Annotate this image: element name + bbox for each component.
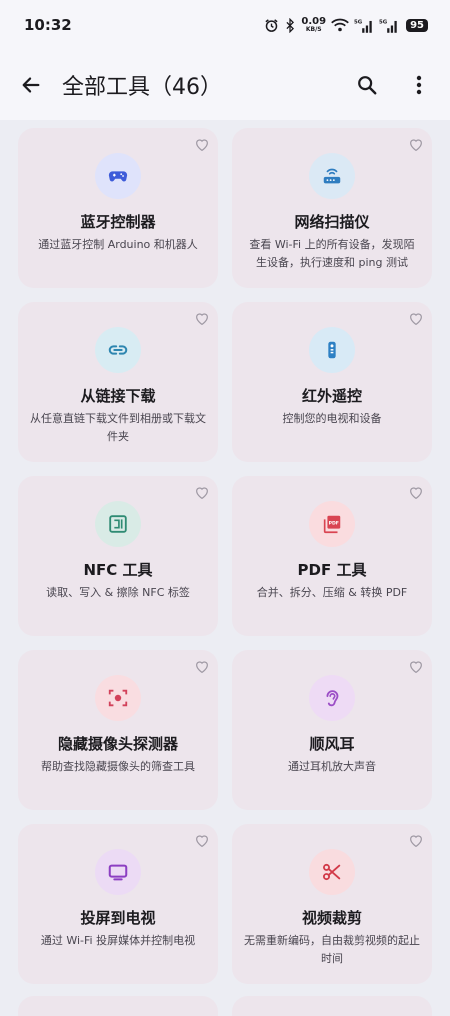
tool-description: 通过 Wi-Fi 投屏媒体并控制电视 [40, 934, 196, 947]
tool-icon-bg [95, 675, 141, 721]
signal-5g-icon: 5G [354, 19, 372, 33]
tool-card-video-trimmer[interactable]: 视频裁剪 无需重新编码，自由裁剪视频的起止时间 [232, 824, 432, 984]
tool-description: 合并、拆分、压缩 & 转换 PDF [256, 586, 408, 599]
heart-icon[interactable] [194, 659, 210, 675]
search-icon [358, 76, 377, 95]
tool-card-hearing-amplifier[interactable]: 顺风耳 通过耳机放大声音 [232, 650, 432, 810]
tool-card-bluetooth-controller[interactable]: 蓝牙控制器 通过蓝牙控制 Arduino 和机器人 [18, 128, 218, 288]
tool-description: 通过蓝牙控制 Arduino 和机器人 [38, 238, 198, 251]
svg-text:5G: 5G [379, 19, 388, 25]
tool-card-partial[interactable] [18, 996, 218, 1016]
heart-icon[interactable] [408, 485, 424, 501]
network-speed: 0.09 KB/S [301, 17, 326, 33]
tool-icon-bg [309, 327, 355, 373]
bluetooth-icon [286, 17, 295, 33]
pdf-icon: PDF [323, 515, 341, 534]
tool-icon-bg: PDF [309, 501, 355, 547]
nfc-icon [109, 515, 127, 533]
battery-level: 95 [406, 18, 428, 32]
remote-icon [328, 341, 336, 359]
signal-5g-icon-2: 5G [379, 19, 397, 33]
tool-description: 从任意直链下载文件到相册或下载文件夹 [30, 412, 206, 443]
heart-icon[interactable] [194, 833, 210, 849]
tool-icon-bg [309, 675, 355, 721]
tool-title: 蓝牙控制器 [80, 213, 156, 231]
tool-card-download-from-link[interactable]: 从链接下载 从任意直链下载文件到相册或下载文件夹 [18, 302, 218, 462]
tool-card-partial[interactable] [232, 996, 432, 1016]
wifi-icon [331, 18, 349, 32]
tool-title: 从链接下载 [80, 387, 156, 405]
status-time: 10:32 [24, 16, 72, 34]
svg-text:5G: 5G [354, 19, 363, 25]
tool-title: 顺风耳 [309, 735, 355, 753]
heart-icon[interactable] [408, 137, 424, 153]
link-icon [108, 345, 128, 355]
more-options-button[interactable] [404, 70, 434, 100]
status-icons: 0.09 KB/S 5G 5G 95 [264, 17, 428, 33]
heart-icon[interactable] [194, 485, 210, 501]
gamepad-icon [108, 171, 128, 182]
tool-icon-bg [95, 153, 141, 199]
heart-icon[interactable] [408, 659, 424, 675]
heart-icon[interactable] [408, 311, 424, 327]
tool-description: 读取、写入 & 擦除 NFC 标签 [46, 586, 190, 599]
tool-description: 通过耳机放大声音 [288, 760, 376, 773]
tool-icon-bg [95, 501, 141, 547]
network-speed-unit: KB/S [305, 26, 322, 33]
tool-title: 隐藏摄像头探测器 [57, 735, 178, 753]
tool-icon-bg [309, 153, 355, 199]
search-button[interactable] [352, 70, 382, 100]
heart-icon[interactable] [194, 311, 210, 327]
camera-scan-icon [108, 689, 128, 707]
svg-text:PDF: PDF [329, 520, 339, 526]
heart-icon[interactable] [408, 833, 424, 849]
tool-title: PDF 工具 [297, 561, 367, 579]
tool-title: 网络扫描仪 [294, 213, 370, 231]
tool-icon-bg [95, 327, 141, 373]
tool-title: 投屏到电视 [80, 909, 156, 927]
arrow-left-icon [22, 77, 40, 93]
tools-grid: 蓝牙控制器 通过蓝牙控制 Arduino 和机器人 网络扫描仪 查看 Wi-Fi… [18, 128, 433, 984]
tool-card-pdf-tools[interactable]: PDF PDF 工具 合并、拆分、压缩 & 转换 PDF [232, 476, 432, 636]
tool-description: 查看 Wi-Fi 上的所有设备，发现陌生设备，执行速度和 ping 测试 [249, 238, 415, 269]
tool-icon-bg [95, 849, 141, 895]
tool-title: 红外遥控 [301, 387, 362, 405]
tool-card-nfc-tools[interactable]: NFC 工具 读取、写入 & 擦除 NFC 标签 [18, 476, 218, 636]
page-title: 全部工具（46） [62, 75, 222, 100]
status-bar: 10:32 0.09 KB/S 5G 5G 95 [0, 0, 450, 50]
more-vert-icon [416, 75, 422, 95]
tool-title: NFC 工具 [83, 561, 153, 579]
tool-description: 控制您的电视和设备 [282, 412, 382, 425]
tool-card-network-scanner[interactable]: 网络扫描仪 查看 Wi-Fi 上的所有设备，发现陌生设备，执行速度和 ping … [232, 128, 432, 288]
back-button[interactable] [16, 70, 46, 100]
tool-icon-bg [309, 849, 355, 895]
tv-icon [108, 864, 128, 881]
router-icon [323, 168, 341, 184]
scissors-icon [323, 863, 341, 881]
tool-card-ir-remote[interactable]: 红外遥控 控制您的电视和设备 [232, 302, 432, 462]
tool-card-cast-to-tv[interactable]: 投屏到电视 通过 Wi-Fi 投屏媒体并控制电视 [18, 824, 218, 984]
ear-icon [326, 690, 339, 707]
alarm-icon [265, 18, 278, 32]
heart-icon[interactable] [194, 137, 210, 153]
tool-description: 无需重新编码，自由裁剪视频的起止时间 [244, 934, 420, 965]
tool-card-hidden-camera-detector[interactable]: 隐藏摄像头探测器 帮助查找隐藏摄像头的筛查工具 [18, 650, 218, 810]
tool-title: 视频裁剪 [301, 909, 362, 927]
app-bar: 全部工具（46） [0, 50, 450, 120]
tool-description: 帮助查找隐藏摄像头的筛查工具 [41, 760, 195, 773]
